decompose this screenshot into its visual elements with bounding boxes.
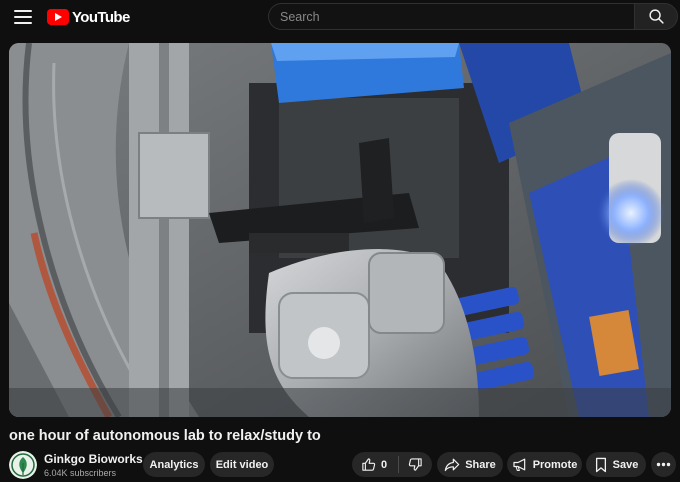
analytics-button[interactable]: Analytics <box>143 452 205 477</box>
search-box <box>268 3 635 30</box>
more-horiz-icon <box>656 462 671 467</box>
search-icon <box>648 9 664 24</box>
video-player[interactable] <box>9 43 671 417</box>
thumb-up-icon <box>362 458 376 471</box>
more-actions-button[interactable] <box>651 452 676 477</box>
like-button[interactable]: 0 <box>352 452 398 477</box>
subscriber-count: 6.04K subscribers <box>44 468 117 478</box>
youtube-play-icon <box>47 9 69 25</box>
promote-label: Promote <box>532 458 578 471</box>
analytics-label: Analytics <box>149 458 199 471</box>
thumb-down-icon <box>408 458 422 471</box>
channel-avatar[interactable] <box>9 451 37 479</box>
channel-name[interactable]: Ginkgo Bioworks <box>44 452 143 466</box>
masthead: YouTube <box>0 0 680 34</box>
menu-icon[interactable] <box>12 8 34 26</box>
share-arrow-icon <box>444 458 460 472</box>
video-frame <box>9 43 671 417</box>
search-button[interactable] <box>634 3 678 30</box>
youtube-logo[interactable]: YouTube <box>47 7 130 27</box>
search-input[interactable] <box>280 9 635 24</box>
share-label: Share <box>465 458 496 471</box>
logo-text: YouTube <box>72 8 130 26</box>
like-dislike-group: 0 <box>352 452 432 477</box>
promote-button[interactable]: Promote <box>507 452 582 477</box>
save-button[interactable]: Save <box>586 452 646 477</box>
save-label: Save <box>612 458 639 471</box>
edit-video-label: Edit video <box>215 458 269 471</box>
megaphone-icon <box>513 458 525 472</box>
video-title: one hour of autonomous lab to relax/stud… <box>9 428 321 444</box>
like-count: 0 <box>381 458 388 471</box>
bookmark-icon <box>595 457 606 472</box>
edit-video-button[interactable]: Edit video <box>210 452 274 477</box>
share-button[interactable]: Share <box>437 452 503 477</box>
ginkgo-logo-icon <box>9 451 37 479</box>
dislike-button[interactable] <box>399 452 432 477</box>
